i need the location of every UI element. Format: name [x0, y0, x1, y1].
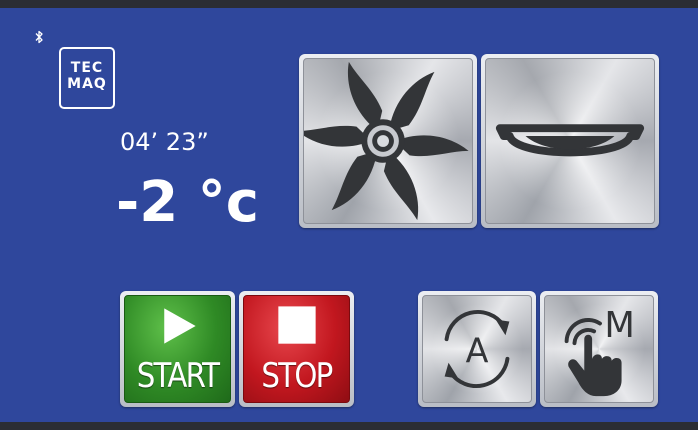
- auto-mode-letter: A: [466, 332, 489, 371]
- auto-cycle-icon: A: [444, 310, 510, 388]
- play-icon: [164, 308, 196, 344]
- stop-square-icon: [278, 306, 316, 344]
- fan-button[interactable]: [299, 54, 477, 228]
- stop-button-label: STOP: [261, 356, 333, 396]
- auto-mode-button[interactable]: A: [418, 291, 536, 407]
- control-panel: TEC MAQ 04’ 23” -2 °c START STOP A M: [0, 8, 698, 422]
- timer-readout: 04’ 23”: [120, 128, 209, 156]
- manual-touch-icon: M: [564, 305, 635, 397]
- start-button[interactable]: START: [120, 291, 235, 407]
- manual-mode-letter: M: [604, 305, 634, 346]
- bluetooth-icon: [35, 30, 43, 44]
- tray-icon: [495, 124, 645, 157]
- brand-logo-line1: TEC: [70, 60, 104, 76]
- manual-mode-button[interactable]: M: [540, 291, 658, 407]
- tray-button[interactable]: [481, 54, 659, 228]
- temperature-readout: -2 °c: [116, 170, 259, 235]
- brand-logo-line2: MAQ: [67, 76, 107, 92]
- start-button-label: START: [136, 356, 220, 396]
- brand-logo: TEC MAQ: [59, 47, 115, 109]
- stop-button[interactable]: STOP: [239, 291, 354, 407]
- fan-icon: [304, 61, 469, 221]
